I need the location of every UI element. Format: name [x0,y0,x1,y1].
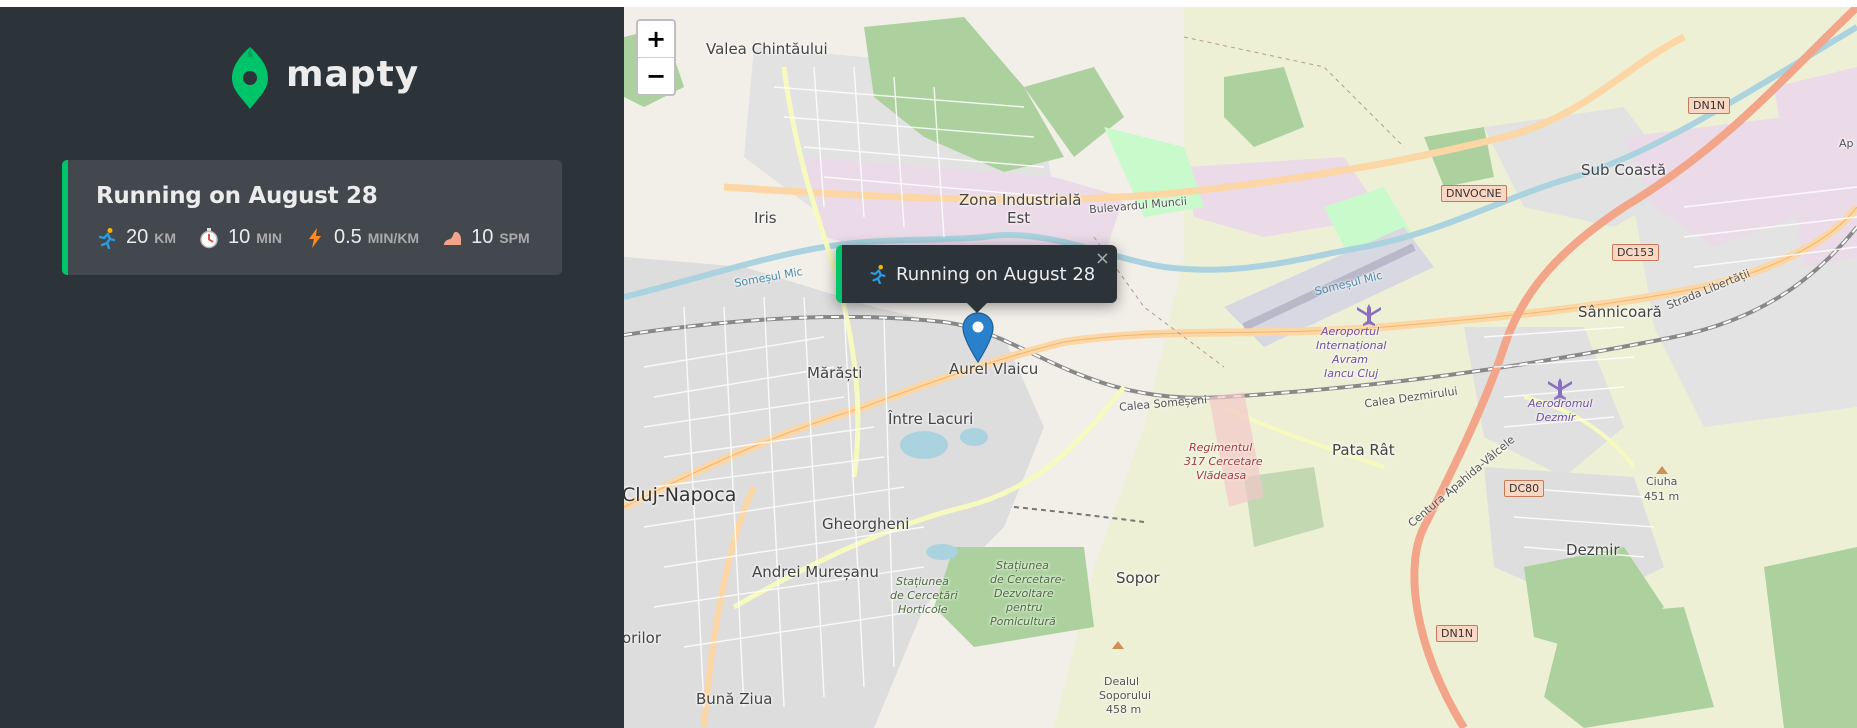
sidebar: mapty Running on August 28 20 km [0,7,624,728]
workout-title: Running on August 28 [96,183,378,209]
map-label: Gheorgheni [822,515,910,533]
road-shield: DN1N [1688,97,1730,114]
map-label: Sânnicoară [1578,303,1662,321]
workout-popup[interactable]: Running on August 28 × [836,245,1117,303]
road-shield: DNVOCNE [1441,185,1507,202]
map-label: Vlădeasa [1196,469,1247,482]
map-label: orilor [624,629,662,647]
map-label: Aeroportul [1321,325,1380,338]
runner-icon [870,264,886,284]
app: mapty Running on August 28 20 km [0,7,1857,728]
map-label: Cluj-Napoca [624,484,737,506]
map-marker-icon[interactable] [962,312,994,364]
map-label: Avram [1332,353,1369,366]
map-label: Dezvoltare [994,587,1054,600]
map-label: Ciuha [1646,475,1678,488]
map-label: Stațiunea [996,559,1049,572]
map-label: Horticole [898,603,948,616]
map[interactable]: + − Valea Chintăului Iris Zona Industria… [624,7,1857,728]
zoom-out-button[interactable]: − [638,57,674,94]
map-label: Est [1007,209,1031,227]
map-label: Ap [1839,137,1854,150]
map-label: de Cercetare- [990,573,1066,586]
map-label: Valea Chintăului [706,40,828,58]
map-label: Sopor [1116,569,1160,587]
map-label: Zona Industrială [959,191,1082,209]
footprint-icon [444,231,462,245]
map-label: Regimentul [1189,441,1253,454]
map-label: Pata Rât [1332,441,1395,459]
map-label: Sub Coastă [1581,161,1667,179]
map-label: 458 m [1106,703,1142,716]
popup-text: Running on August 28 [896,263,1096,285]
map-label: Soporului [1099,689,1152,702]
map-label: Andrei Mureșanu [752,563,879,581]
app-name: mapty [286,53,420,95]
map-label: 317 Cercetare [1184,455,1263,468]
workout-duration: 10 min [198,226,282,249]
map-label: Bună Ziua [696,690,773,708]
map-label: Internațional [1316,339,1387,352]
lightning-icon [308,227,321,248]
logo: mapty [230,45,419,111]
road-shield: DC153 [1612,244,1660,261]
road-shield: DC80 [1504,480,1545,497]
map-label: pentru [1006,601,1043,614]
workout-card[interactable]: Running on August 28 20 km [62,160,562,275]
map-label: Între Lacuri [888,410,974,428]
map-label: Iris [754,209,777,227]
road-shield: DN1N [1436,625,1478,642]
map-label: Mărăști [807,364,863,382]
workout-details: 20 km 10 min 0.5 m [96,226,562,249]
map-label: Dezmir [1566,541,1620,559]
map-label: 451 m [1644,490,1680,503]
workout-distance: 20 km [96,226,176,249]
popup-tip [966,302,988,313]
workout-pace: 0.5 min/km [304,226,419,249]
map-label: Dezmir [1536,411,1576,424]
workout-cadence: 10 spm [441,226,530,249]
popup-close-button[interactable]: × [1095,248,1110,269]
runner-icon [98,227,116,249]
zoom-in-button[interactable]: + [638,21,674,57]
map-label: Iancu Cluj [1324,367,1379,380]
stopwatch-icon [200,227,218,248]
map-label: Pomicultură [990,615,1056,628]
map-label: de Cercetări [890,589,958,602]
zoom-control: + − [636,19,676,96]
map-label: Aerodromul [1528,397,1593,410]
map-label: Dealul [1104,675,1140,688]
map-pin-logo-icon [232,47,268,109]
map-label: Stațiunea [896,575,949,588]
